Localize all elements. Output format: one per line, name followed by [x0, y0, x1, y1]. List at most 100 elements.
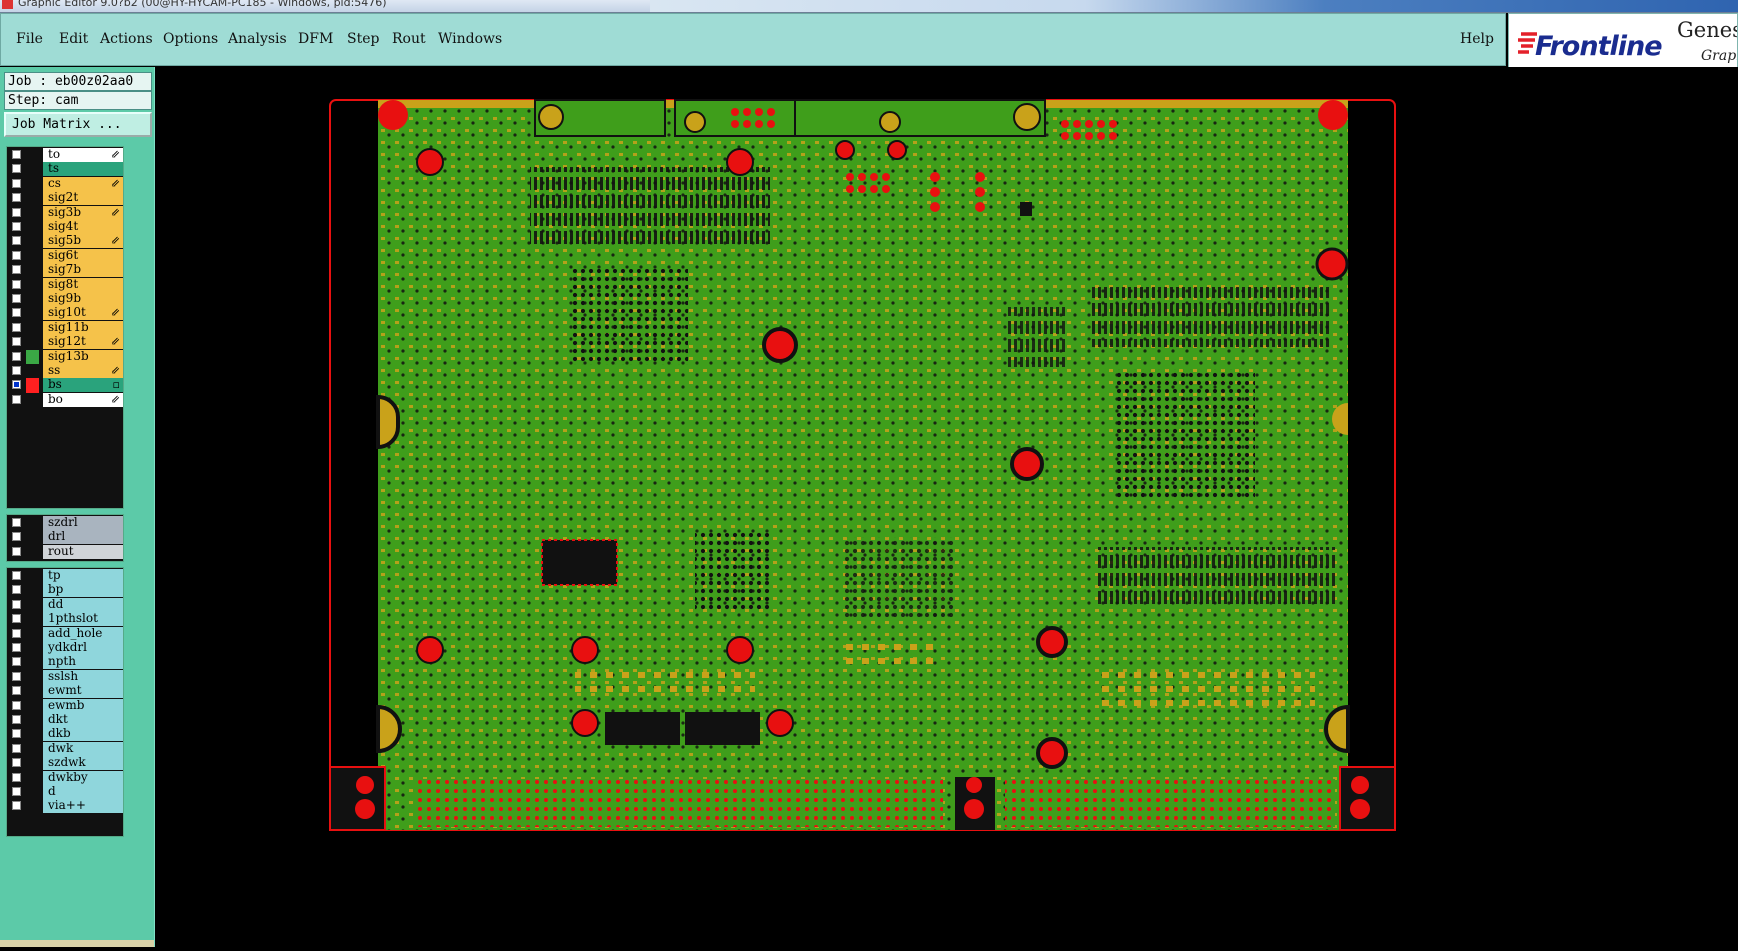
- layer-color-swatch[interactable]: [26, 597, 39, 613]
- layer-name[interactable]: sig13b: [43, 349, 123, 364]
- menu-analysis[interactable]: Analysis: [228, 31, 287, 47]
- layer-name[interactable]: sig2t: [43, 191, 123, 206]
- layer-color-swatch[interactable]: [26, 292, 39, 307]
- layer-color-swatch[interactable]: [26, 263, 39, 279]
- layer-row-sig7b[interactable]: sig7b: [7, 263, 123, 279]
- layer-name[interactable]: bp: [43, 583, 123, 598]
- layer-checkbox[interactable]: [12, 308, 21, 318]
- layer-name[interactable]: sig7b: [43, 263, 123, 278]
- layer-name[interactable]: tp: [43, 569, 123, 583]
- layer-checkbox[interactable]: [12, 207, 21, 217]
- layer-name[interactable]: sig6t: [43, 248, 123, 263]
- layer-row-szdwk[interactable]: szdwk: [7, 756, 123, 772]
- layer-checkbox[interactable]: [12, 294, 21, 303]
- layer-name[interactable]: dwk: [43, 741, 123, 756]
- layer-color-swatch[interactable]: [26, 569, 39, 584]
- layer-name[interactable]: bs ▫: [43, 378, 123, 393]
- layer-name[interactable]: ss ⇙: [43, 364, 123, 378]
- layer-checkbox[interactable]: [12, 801, 21, 811]
- layer-color-swatch[interactable]: [26, 320, 39, 336]
- layer-checkbox[interactable]: [12, 546, 21, 556]
- layer-color-swatch[interactable]: [26, 641, 39, 656]
- layer-name[interactable]: cs ⇙: [43, 176, 123, 191]
- layer-row-bp[interactable]: bp: [7, 583, 123, 599]
- job-matrix-button[interactable]: Job Matrix ...: [4, 112, 152, 137]
- layer-name[interactable]: npth: [43, 655, 123, 670]
- layer-name[interactable]: szdwk: [43, 756, 123, 771]
- layer-color-swatch[interactable]: [26, 741, 39, 757]
- menu-rout[interactable]: Rout: [392, 31, 426, 47]
- layer-checkbox[interactable]: [12, 743, 21, 753]
- layer-name[interactable]: rout: [43, 544, 123, 559]
- layer-checkbox[interactable]: [12, 193, 21, 203]
- layer-name[interactable]: ts: [43, 162, 123, 177]
- layer-name[interactable]: drl: [43, 530, 123, 545]
- layer-name[interactable]: sig9b: [43, 292, 123, 306]
- layer-checkbox[interactable]: [12, 150, 21, 159]
- layer-row-to[interactable]: to ⇙: [7, 148, 123, 163]
- layer-row-sig13b[interactable]: sig13b: [7, 349, 123, 365]
- layer-row-szdrl[interactable]: szdrl: [7, 516, 123, 531]
- layer-name[interactable]: bo ⇙: [43, 392, 123, 407]
- layer-checkbox[interactable]: [12, 265, 21, 275]
- layer-name[interactable]: szdrl: [43, 516, 123, 530]
- layer-name[interactable]: dkt: [43, 713, 123, 727]
- layer-color-swatch[interactable]: [26, 349, 39, 365]
- layer-name[interactable]: d: [43, 785, 123, 799]
- layer-row-1pthslot[interactable]: 1pthslot: [7, 612, 123, 628]
- layer-checkbox[interactable]: [12, 758, 21, 768]
- menu-actions[interactable]: Actions: [100, 31, 153, 47]
- layer-checkbox[interactable]: [12, 686, 21, 696]
- layer-color-swatch[interactable]: [26, 277, 39, 293]
- layer-row-ss[interactable]: ss ⇙: [7, 364, 123, 379]
- layer-color-swatch[interactable]: [26, 626, 39, 642]
- layer-color-swatch[interactable]: [26, 220, 39, 235]
- layer-checkbox[interactable]: [12, 366, 21, 375]
- menu-windows[interactable]: Windows: [438, 31, 502, 47]
- layer-name[interactable]: ewmt: [43, 684, 123, 699]
- menu-file[interactable]: File: [16, 31, 43, 47]
- layer-checkbox[interactable]: [12, 236, 21, 246]
- menu-edit[interactable]: Edit: [59, 31, 88, 47]
- layer-color-swatch[interactable]: [26, 248, 39, 264]
- pcb-board[interactable]: [155, 67, 1738, 947]
- layer-row-sig2t[interactable]: sig2t: [7, 191, 123, 207]
- menu-step[interactable]: Step: [347, 31, 379, 47]
- layer-name[interactable]: 1pthslot: [43, 612, 123, 627]
- layer-checkbox[interactable]: [12, 671, 21, 681]
- layer-color-swatch[interactable]: [26, 530, 39, 546]
- layer-color-swatch[interactable]: [26, 148, 39, 163]
- layer-color-swatch[interactable]: [26, 583, 39, 599]
- layer-row-tp[interactable]: tp: [7, 569, 123, 584]
- layer-color-swatch[interactable]: [26, 205, 39, 221]
- layer-name[interactable]: sig4t: [43, 220, 123, 234]
- layer-name[interactable]: sslsh: [43, 669, 123, 684]
- layer-name[interactable]: sig3b ⇙: [43, 205, 123, 220]
- layer-color-swatch[interactable]: [26, 191, 39, 207]
- layer-color-swatch[interactable]: [26, 544, 39, 560]
- layer-checkbox[interactable]: [12, 585, 21, 595]
- layer-checkbox[interactable]: [12, 571, 21, 580]
- layer-color-swatch[interactable]: [26, 392, 39, 408]
- layer-checkbox[interactable]: [12, 337, 21, 347]
- layer-color-swatch[interactable]: [26, 770, 39, 786]
- layer-name[interactable]: sig12t ⇙: [43, 335, 123, 350]
- layer-name[interactable]: add_hole: [43, 626, 123, 641]
- layer-row-dwkby[interactable]: dwkby: [7, 770, 123, 786]
- layer-checkbox[interactable]: [12, 614, 21, 624]
- layer-checkbox[interactable]: [12, 729, 21, 739]
- layer-color-swatch[interactable]: [26, 162, 39, 178]
- layer-checkbox[interactable]: [12, 394, 21, 404]
- menu-options[interactable]: Options: [163, 31, 218, 47]
- layer-checkbox[interactable]: [12, 279, 21, 289]
- layer-name[interactable]: sig5b ⇙: [43, 234, 123, 249]
- layer-color-swatch[interactable]: [26, 669, 39, 685]
- layer-row-bs[interactable]: bs ▫: [7, 378, 123, 394]
- layer-checkbox[interactable]: [12, 787, 21, 796]
- layer-color-swatch[interactable]: [26, 612, 39, 628]
- menu-dfm[interactable]: DFM: [298, 31, 333, 47]
- layer-checkbox[interactable]: [12, 715, 21, 724]
- layer-checkbox[interactable]: [12, 772, 21, 782]
- layer-name[interactable]: sig10t ⇙: [43, 306, 123, 321]
- layer-color-swatch[interactable]: [26, 655, 39, 671]
